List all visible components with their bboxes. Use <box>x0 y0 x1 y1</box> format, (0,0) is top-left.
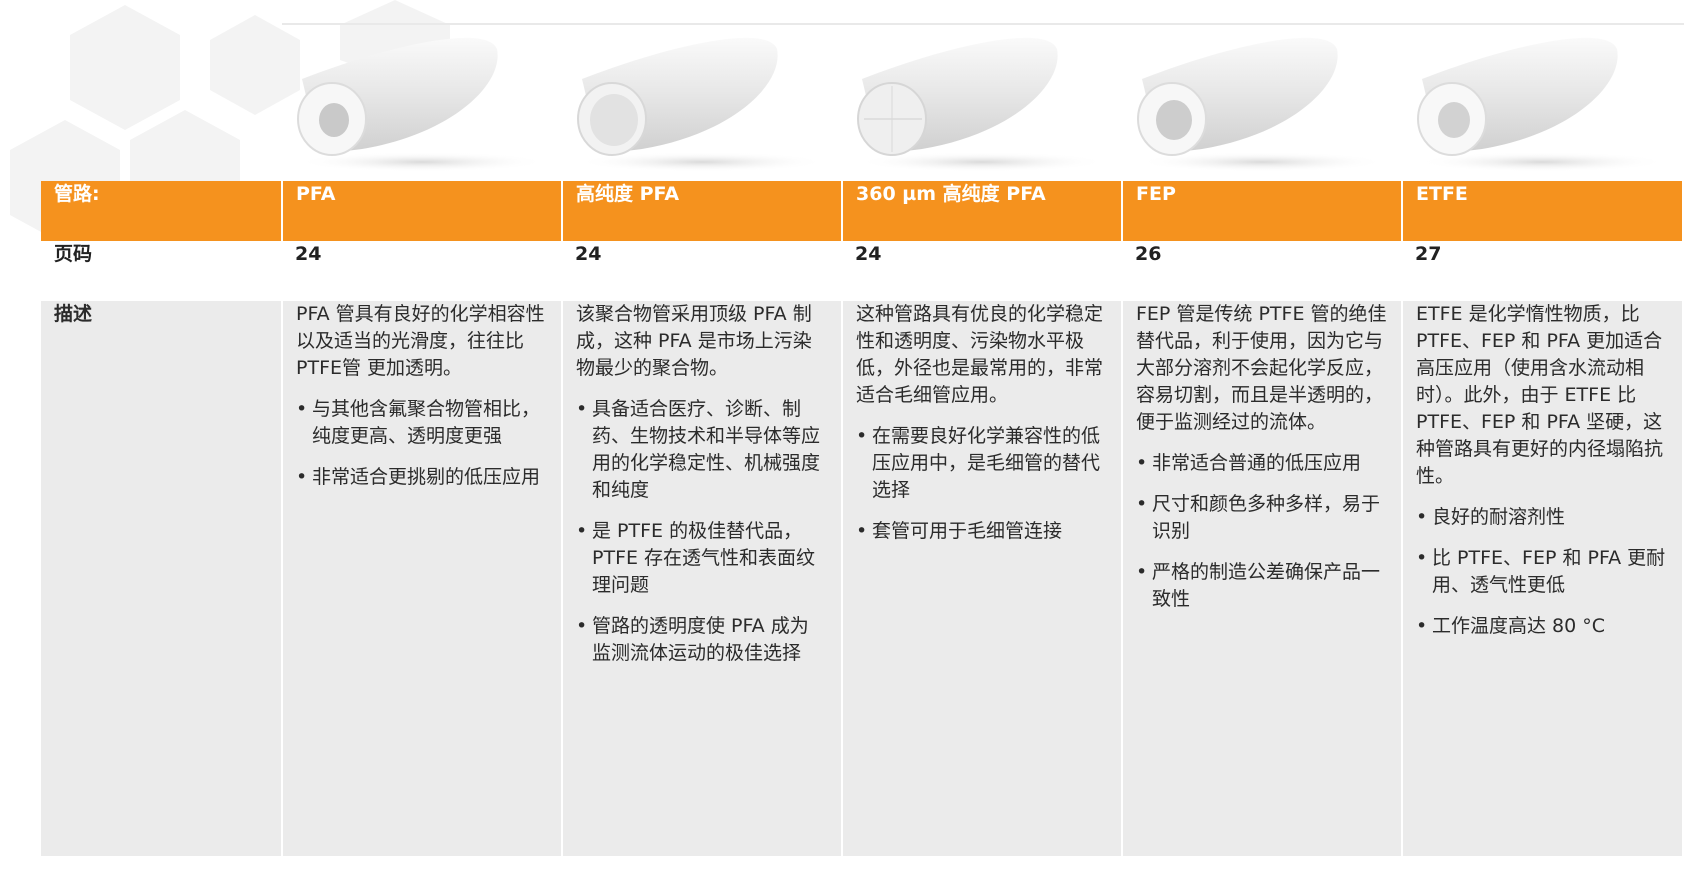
description-fep: FEP 管是传统 PTFE 管的绝佳替代品，利于使用，因为它与大部分溶剂不会起化… <box>1121 301 1402 856</box>
tubing-comparison-table: 管路: PFA 高纯度 PFA 360 µm 高纯度 PFA FEP ETFE … <box>41 181 1682 856</box>
bullet-item: 尺寸和颜色多种多样，易于识别 <box>1136 491 1387 545</box>
description-bullets: 非常适合普通的低压应用 尺寸和颜色多种多样，易于识别 严格的制造公差确保产品一致… <box>1136 450 1387 613</box>
etfe-tube-image <box>1417 37 1667 172</box>
page-number-360um-pfa: 24 <box>842 241 1122 301</box>
bullet-item: 在需要良好化学兼容性的低压应用中，是毛细管的替代选择 <box>856 423 1107 504</box>
bullet-item: 套管可用于毛细管连接 <box>856 518 1107 545</box>
bullet-item: 是 PTFE 的极佳替代品，PTFE 存在透气性和表面纹理问题 <box>576 518 827 599</box>
header-etfe: ETFE <box>1401 181 1682 241</box>
bullet-item: 工作温度高达 80 °C <box>1416 613 1668 640</box>
description-pfa: PFA 管具有良好的化学相容性以及适当的光滑度，往往比 PTFE管 更加透明。 … <box>281 301 562 856</box>
description-bullets: 在需要良好化学兼容性的低压应用中，是毛细管的替代选择 套管可用于毛细管连接 <box>856 423 1107 545</box>
360um-pfa-tube-image <box>857 37 1107 172</box>
description-high-purity-pfa: 该聚合物管采用顶级 PFA 制成，这种 PFA 是市场上污染物最少的聚合物。 具… <box>561 301 842 856</box>
page-number-fep: 26 <box>1122 241 1402 301</box>
header-row: 管路: PFA 高纯度 PFA 360 µm 高纯度 PFA FEP ETFE <box>41 181 1682 241</box>
page-number-row: 页码 24 24 24 26 27 <box>41 241 1682 301</box>
bullet-item: 具备适合医疗、诊断、制药、生物技术和半导体等应用的化学稳定性、机械强度和纯度 <box>576 396 827 504</box>
description-intro: FEP 管是传统 PTFE 管的绝佳替代品，利于使用，因为它与大部分溶剂不会起化… <box>1136 303 1387 433</box>
description-bullets: 良好的耐溶剂性 比 PTFE、FEP 和 PFA 更耐用、透气性更低 工作温度高… <box>1416 504 1668 640</box>
description-intro: 该聚合物管采用顶级 PFA 制成，这种 PFA 是市场上污染物最少的聚合物。 <box>576 303 812 379</box>
tube-images-strip <box>282 24 1682 174</box>
header-pfa: PFA <box>281 181 562 241</box>
header-360um-high-purity-pfa: 360 µm 高纯度 PFA <box>841 181 1122 241</box>
description-row-label: 描述 <box>41 301 282 856</box>
bullet-item: 与其他含氟聚合物管相比，纯度更高、透明度更强 <box>296 396 547 450</box>
bullet-item: 比 PTFE、FEP 和 PFA 更耐用、透气性更低 <box>1416 545 1668 599</box>
fep-tube-image <box>1137 37 1387 172</box>
header-row-label: 管路: <box>41 181 282 241</box>
description-row: 描述 PFA 管具有良好的化学相容性以及适当的光滑度，往往比 PTFE管 更加透… <box>41 301 1682 856</box>
bullet-item: 管路的透明度使 PFA 成为监测流体运动的极佳选择 <box>576 613 827 667</box>
high-purity-pfa-tube-image <box>577 37 827 172</box>
description-bullets: 具备适合医疗、诊断、制药、生物技术和半导体等应用的化学稳定性、机械强度和纯度 是… <box>576 396 827 667</box>
bullet-item: 非常适合更挑剔的低压应用 <box>296 464 547 491</box>
description-bullets: 与其他含氟聚合物管相比，纯度更高、透明度更强 非常适合更挑剔的低压应用 <box>296 396 547 491</box>
page-row-label: 页码 <box>41 241 282 301</box>
page-number-etfe: 27 <box>1402 241 1682 301</box>
header-fep: FEP <box>1121 181 1402 241</box>
header-high-purity-pfa: 高纯度 PFA <box>561 181 842 241</box>
description-intro: PFA 管具有良好的化学相容性以及适当的光滑度，往往比 PTFE管 更加透明。 <box>296 303 545 379</box>
description-intro: 这种管路具有优良的化学稳定性和透明度、污染物水平极低，外径也是最常用的，非常适合… <box>856 303 1104 406</box>
description-etfe: ETFE 是化学惰性物质，比 PTFE、FEP 和 PFA 更加适合高压应用（使… <box>1401 301 1682 856</box>
bullet-item: 非常适合普通的低压应用 <box>1136 450 1387 477</box>
bullet-item: 良好的耐溶剂性 <box>1416 504 1668 531</box>
bullet-item: 严格的制造公差确保产品一致性 <box>1136 559 1387 613</box>
pfa-tube-image <box>297 37 547 172</box>
description-360um-pfa: 这种管路具有优良的化学稳定性和透明度、污染物水平极低，外径也是最常用的，非常适合… <box>841 301 1122 856</box>
page-number-high-purity-pfa: 24 <box>562 241 842 301</box>
page-number-pfa: 24 <box>282 241 562 301</box>
description-intro: ETFE 是化学惰性物质，比 PTFE、FEP 和 PFA 更加适合高压应用（使… <box>1416 303 1664 487</box>
